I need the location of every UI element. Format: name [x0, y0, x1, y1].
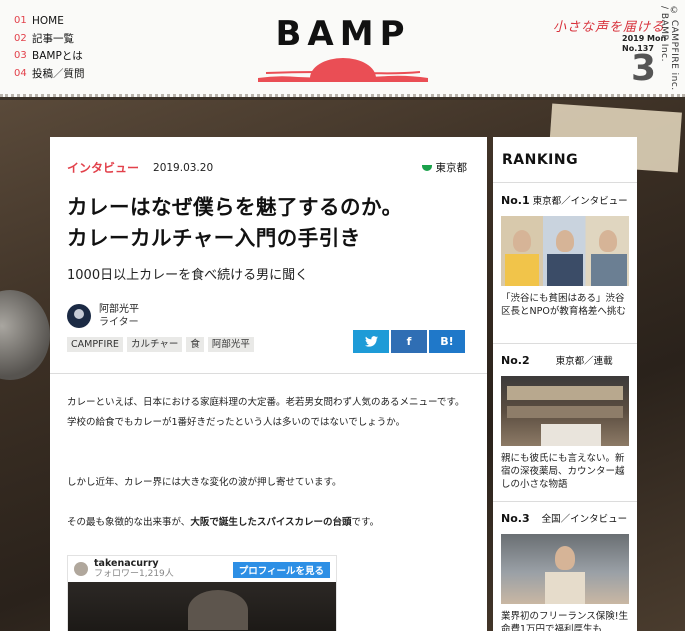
global-nav: 01 HOME 02 記事一覧 03 BAMPとは 04 投稿／質問 — [14, 12, 85, 82]
share-buttons: f B! — [353, 330, 467, 353]
twitter-share-button[interactable] — [353, 330, 389, 353]
shelf-image — [507, 406, 623, 418]
ranking-meta: 東京都／インタビュー — [532, 196, 628, 207]
twitter-icon — [364, 336, 378, 347]
author-block[interactable]: 阿部光平 ライター — [67, 303, 139, 329]
paragraph-text: その最も象徴的な出来事が、 — [67, 517, 191, 528]
article-date: 2019.03.20 — [153, 161, 214, 174]
ranking-meta: 東京都／連載 — [555, 356, 613, 367]
nav-number: 02 — [14, 32, 27, 44]
facebook-share-button[interactable]: f — [391, 330, 427, 353]
ranking-divider — [493, 343, 637, 344]
instagram-username[interactable]: takenacurry — [94, 559, 174, 569]
article-title-line1: カレーはなぜ僕らを魅了するのか。 — [67, 195, 403, 219]
curry-bowl-image — [188, 590, 248, 630]
article-card: インタビュー 2019.03.20 東京都 カレーはなぜ僕らを魅了するのか。 カ… — [50, 137, 487, 631]
person-image — [505, 254, 539, 286]
article-paragraph: その最も象徴的な出来事が、大阪で誕生したスパイスカレーの台頭です。 — [67, 513, 469, 533]
site-logo[interactable]: BAMP — [268, 14, 418, 54]
ranking-divider — [493, 501, 637, 502]
location-pin-icon — [421, 164, 432, 171]
nav-item-home[interactable]: 01 HOME — [14, 12, 85, 30]
ranking-number: No.2 — [501, 354, 530, 367]
person-image — [545, 572, 585, 604]
nav-label: HOME — [32, 14, 64, 27]
ranking-item-head: No.3 全国／インタビュー — [501, 513, 629, 526]
paragraph-text: です。 — [351, 517, 380, 528]
ranking-thumbnail[interactable] — [501, 534, 629, 604]
ranking-item-1[interactable]: No.1 東京都／インタビュー 「渋谷にも貧困はある」渋谷区長とNPOが教育格差… — [501, 195, 629, 318]
nav-label: BAMPとは — [32, 50, 83, 63]
person-image — [547, 254, 583, 286]
article-paragraph: カレーといえば、日本における家庭料理の大定番。老若男女問わず人気のあるメニューで… — [67, 397, 465, 428]
nav-label: 投稿／質問 — [32, 67, 85, 80]
ranking-item-head: No.1 東京都／インタビュー — [501, 195, 629, 208]
site-header: 01 HOME 02 記事一覧 03 BAMPとは 04 投稿／質問 BAMP … — [0, 0, 685, 97]
nav-number: 03 — [14, 50, 27, 62]
ranking-number: No.1 — [501, 194, 530, 207]
nav-item-about[interactable]: 03 BAMPとは — [14, 47, 85, 65]
author-role: ライター — [99, 317, 139, 328]
ranking-divider — [493, 182, 637, 183]
counter-image — [541, 424, 601, 446]
person-image — [513, 230, 531, 252]
copyright: © CAMPFIRE inc. / BAMP Inc. — [659, 6, 679, 91]
article-title: カレーはなぜ僕らを魅了するのか。 カレーカルチャー入門の手引き — [67, 192, 477, 254]
article-location[interactable]: 東京都 — [421, 160, 468, 175]
nav-label: 記事一覧 — [32, 32, 74, 45]
instagram-followers: フォロワー1,219人 — [94, 569, 174, 579]
person-image — [555, 546, 575, 570]
ranking-headline[interactable]: 「渋谷にも貧困はある」渋谷区長とNPOが教育格差へ挑む — [501, 292, 629, 318]
article-subtitle: 1000日以上カレーを食べ続ける男に聞く — [67, 268, 309, 283]
tag-item[interactable]: 阿部光平 — [207, 337, 254, 352]
nav-number: 04 — [14, 67, 27, 79]
ranking-thumbnail[interactable] — [501, 216, 629, 286]
nav-number: 01 — [14, 15, 27, 27]
person-image — [556, 230, 574, 252]
article-title-line2: カレーカルチャー入門の手引き — [67, 226, 361, 250]
author-name[interactable]: 阿部光平 — [99, 303, 139, 316]
header-divider — [50, 373, 487, 374]
nav-item-articles[interactable]: 02 記事一覧 — [14, 30, 85, 48]
article-paragraph: しかし近年、カレー界には大きな変化の波が押し寄せています。 — [67, 477, 342, 488]
ranking-headline[interactable]: 親にも彼氏にも言えない。新宿の深夜薬局、カウンター越しの小さな物語 — [501, 452, 629, 491]
instagram-embed-header: takenacurry フォロワー1,219人 プロフィールを見る — [68, 556, 336, 582]
location-label: 東京都 — [435, 162, 468, 174]
ranking-number: No.3 — [501, 512, 530, 525]
ranking-headline[interactable]: 業界初のフリーランス保険!生命費1万円で福利厚生も — [501, 610, 629, 631]
ranking-meta: 全国／インタビュー — [541, 514, 628, 525]
ranking-thumbnail[interactable] — [501, 376, 629, 446]
ranking-sidebar: RANKING No.1 東京都／インタビュー 「渋谷にも貧困はある」渋谷区長と… — [493, 137, 637, 631]
hatena-bookmark-button[interactable]: B! — [429, 330, 465, 353]
paragraph-highlight: 大阪で誕生したスパイスカレーの台頭 — [190, 517, 352, 528]
issue-month: 3 — [631, 48, 657, 89]
tag-list: CAMPFIRE カルチャー 食 阿部光平 — [67, 337, 258, 352]
article-category[interactable]: インタビュー — [67, 159, 139, 176]
view-profile-button[interactable]: プロフィールを見る — [232, 562, 330, 578]
ranking-item-3[interactable]: No.3 全国／インタビュー 業界初のフリーランス保険!生命費1万円で福利厚生も — [501, 513, 629, 631]
shelf-image — [507, 386, 623, 400]
ranking-item-head: No.2 東京都／連載 — [501, 355, 629, 368]
author-avatar[interactable] — [67, 304, 91, 328]
article-meta: インタビュー 2019.03.20 — [67, 159, 213, 176]
person-image — [591, 254, 627, 286]
ranking-item-2[interactable]: No.2 東京都／連載 親にも彼氏にも言えない。新宿の深夜薬局、カウンター越しの… — [501, 355, 629, 491]
tag-item[interactable]: CAMPFIRE — [67, 337, 123, 352]
nav-item-submit[interactable]: 04 投稿／質問 — [14, 65, 85, 83]
tag-item[interactable]: 食 — [186, 337, 204, 352]
instagram-embed[interactable]: takenacurry フォロワー1,219人 プロフィールを見る — [67, 555, 337, 631]
tag-item[interactable]: カルチャー — [126, 337, 183, 352]
ranking-title: RANKING — [502, 152, 579, 168]
logo-sun-icon — [258, 58, 428, 82]
person-image — [599, 230, 617, 252]
tagline: 小さな声を届ける — [553, 20, 666, 35]
instagram-avatar[interactable] — [74, 562, 88, 576]
